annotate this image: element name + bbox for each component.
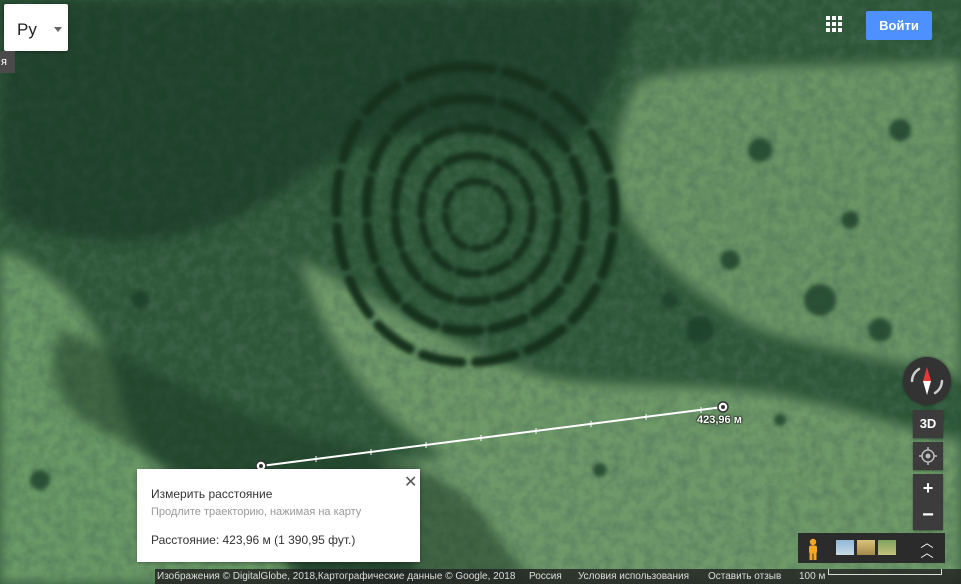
terms-link[interactable]: Условия использования: [578, 569, 689, 584]
apps-grid-icon[interactable]: [826, 16, 846, 36]
close-icon[interactable]: ✕: [404, 472, 417, 492]
imagery-thumbnail-3[interactable]: [878, 540, 896, 555]
language-select[interactable]: Ру: [4, 4, 68, 51]
zoom-in-button[interactable]: +: [913, 474, 943, 502]
zoom-out-button[interactable]: −: [913, 502, 943, 530]
language-value: Ру: [17, 20, 37, 39]
measure-distance-panel: Измерить расстояние Продлите траекторию,…: [137, 469, 420, 562]
imagery-thumbnail-1[interactable]: [836, 540, 854, 555]
attribution-bar: Изображения © DigitalGlobe, 2018,Картогр…: [155, 569, 961, 584]
feedback-link[interactable]: Оставить отзыв: [708, 569, 781, 584]
imagery-thumbnail-2[interactable]: [857, 540, 875, 555]
measurement-distance-label: 423,96 м: [697, 414, 742, 426]
my-location-button[interactable]: [913, 442, 943, 470]
sign-in-button[interactable]: Войти: [866, 11, 932, 40]
chevron-down-icon: [54, 27, 62, 32]
panel-distance: Расстояние: 423,96 м (1 390,95 фут.): [151, 533, 356, 547]
view-3d-button[interactable]: 3D: [913, 410, 943, 438]
panel-title: Измерить расстояние: [151, 487, 273, 501]
street-view-tray: ︿ ︿: [798, 533, 945, 563]
compass-icon[interactable]: [903, 357, 951, 405]
pegman-icon[interactable]: [806, 538, 820, 560]
imagery-credit[interactable]: Изображения © DigitalGlobe, 2018,Картогр…: [157, 569, 515, 584]
chevron-up-double-icon[interactable]: ︿ ︿: [920, 536, 934, 559]
scale-label[interactable]: 100 м: [799, 569, 825, 584]
panel-hint: Продлите траекторию, нажимая на карту: [151, 506, 362, 518]
my-location-icon: [919, 447, 937, 465]
country-link[interactable]: Россия: [529, 569, 562, 584]
scale-bar: [828, 569, 942, 575]
side-panel-tab[interactable]: я: [0, 51, 15, 73]
